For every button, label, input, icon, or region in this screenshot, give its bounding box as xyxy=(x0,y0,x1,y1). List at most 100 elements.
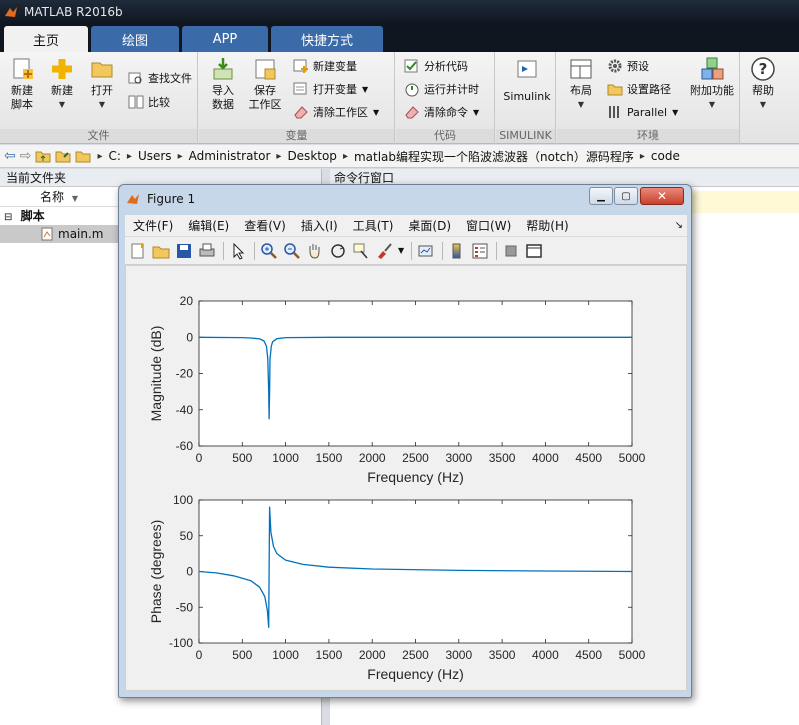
collapse-icon[interactable]: ⊟ xyxy=(4,212,12,223)
help-label: 帮助 xyxy=(752,84,774,97)
open-variable-label: 打开变量 xyxy=(313,83,357,96)
compare-button[interactable]: 比较 xyxy=(128,92,170,112)
path-segment-administrator[interactable]: Administrator xyxy=(189,149,271,163)
save-icon[interactable] xyxy=(175,242,193,260)
preferences-button[interactable]: 预设 xyxy=(607,56,649,76)
parallel-button[interactable]: Parallel ▼ xyxy=(607,102,678,122)
close-button[interactable]: ✕ xyxy=(640,187,684,205)
new-variable-icon xyxy=(293,59,308,73)
layout-button[interactable]: 布局 ▼ xyxy=(561,56,601,126)
new-variable-button[interactable]: 新建变量 xyxy=(293,56,357,76)
magnitude-x-tick-label: 500 xyxy=(232,451,252,465)
analyze-code-button[interactable]: 分析代码 xyxy=(404,56,468,76)
find-files-button[interactable]: 查找文件 xyxy=(128,68,192,88)
phase-x-tick-label: 1500 xyxy=(316,648,343,662)
path-segment-users[interactable]: Users xyxy=(138,149,172,163)
print-icon[interactable] xyxy=(198,242,216,260)
minimize-button[interactable]: ▁ xyxy=(589,187,613,205)
folder-open-icon xyxy=(91,62,113,78)
link-plot-icon[interactable] xyxy=(417,242,435,260)
toolbar-separator xyxy=(223,241,224,260)
show-plot-tools-icon[interactable] xyxy=(525,242,543,260)
app-title: MATLAB R2016b xyxy=(24,5,123,19)
magnitude-y-tick-label: -20 xyxy=(176,367,194,381)
plus-icon xyxy=(52,59,72,79)
new-script-button[interactable]: 新建 脚本 xyxy=(2,56,42,126)
close-icon: ✕ xyxy=(656,189,668,203)
chevron-down-icon[interactable]: ▼ xyxy=(398,246,404,255)
menu-window[interactable]: 窗口(W) xyxy=(466,217,511,234)
toolbar-separator xyxy=(254,241,255,260)
ribbon: 新建 脚本 新建 ▼ 打开 ▼ 查找文件 比较 文件 导入 数据 保存 工作区 … xyxy=(0,52,799,144)
tab-shortcuts[interactable]: 快捷方式 xyxy=(271,26,383,52)
set-path-button[interactable]: 设置路径 xyxy=(607,79,671,99)
compare-label: 比较 xyxy=(148,96,170,109)
zoom-out-icon[interactable] xyxy=(283,242,301,260)
legend-icon[interactable] xyxy=(471,242,489,260)
menu-tools[interactable]: 工具(T) xyxy=(353,217,394,234)
phase-x-tick-label: 0 xyxy=(196,648,203,662)
tab-home[interactable]: 主页 xyxy=(4,26,88,52)
rotate-3d-icon[interactable] xyxy=(329,242,347,260)
path-segment-code[interactable]: code xyxy=(651,149,680,163)
forward-arrow-icon[interactable]: ⇨ xyxy=(20,148,32,164)
new-script-label: 新建 脚本 xyxy=(11,84,33,111)
code-group-label: 代码 xyxy=(396,129,494,143)
data-cursor-icon[interactable] xyxy=(352,242,370,260)
addons-button[interactable]: 附加功能 ▼ xyxy=(687,56,737,126)
phase-x-tick-label: 2000 xyxy=(359,648,386,662)
back-arrow-icon[interactable]: ⇦ xyxy=(4,148,16,164)
path-segment-desktop[interactable]: Desktop xyxy=(287,149,337,163)
dock-arrow-icon[interactable]: ↘ xyxy=(675,220,683,231)
sort-arrow-icon: ▼ xyxy=(71,194,78,203)
menu-file[interactable]: 文件(F) xyxy=(133,217,173,234)
maximize-button[interactable]: ▢ xyxy=(614,187,638,205)
chevron-down-icon: ▼ xyxy=(708,100,716,109)
open-file-icon[interactable] xyxy=(152,242,170,260)
new-figure-icon[interactable] xyxy=(129,242,147,260)
tab-apps[interactable]: APP xyxy=(182,26,268,52)
hide-plot-tools-icon[interactable] xyxy=(502,242,520,260)
open-label: 打开 xyxy=(91,84,113,97)
menu-desktop[interactable]: 桌面(D) xyxy=(408,217,451,234)
clear-commands-button[interactable]: 清除命令 ▼ xyxy=(404,102,479,122)
magnitude-y-tick-label: -60 xyxy=(176,439,194,453)
chevron-down-icon: ▼ xyxy=(58,100,66,109)
up-folder-icon[interactable] xyxy=(35,148,51,164)
help-button[interactable]: ? 帮助 ▼ xyxy=(743,56,783,126)
path-segment-drive[interactable]: C: xyxy=(109,149,121,163)
run-and-time-button[interactable]: 运行并计时 xyxy=(404,79,479,99)
set-path-label: 设置路径 xyxy=(627,83,671,96)
phase-x-tick-label: 3500 xyxy=(489,648,516,662)
figure-title-bar[interactable]: Figure 1 ▁ ▢ ✕ xyxy=(119,185,691,213)
pan-hand-icon[interactable] xyxy=(306,242,324,260)
colorbar-icon[interactable] xyxy=(448,242,466,260)
menu-edit[interactable]: 编辑(E) xyxy=(188,217,229,234)
new-button[interactable]: 新建 ▼ xyxy=(42,56,82,126)
addons-label: 附加功能 xyxy=(690,84,734,97)
analyze-code-label: 分析代码 xyxy=(424,60,468,73)
clear-workspace-button[interactable]: 清除工作区 ▼ xyxy=(293,102,379,122)
simulink-group: Simulink SIMULINK xyxy=(496,52,556,144)
menu-insert[interactable]: 插入(I) xyxy=(301,217,338,234)
simulink-button[interactable]: Simulink xyxy=(502,56,552,126)
figure-title: Figure 1 xyxy=(147,192,196,206)
phase-x-tick-label: 4500 xyxy=(575,648,602,662)
path-segment-project[interactable]: matlab编程实现一个陷波滤波器（notch）源码程序 xyxy=(354,148,634,165)
script-file-icon xyxy=(41,227,53,241)
open-button[interactable]: 打开 ▼ xyxy=(82,56,122,126)
pointer-icon[interactable] xyxy=(229,242,247,260)
zoom-in-icon[interactable] xyxy=(260,242,278,260)
menu-view[interactable]: 查看(V) xyxy=(244,217,286,234)
import-data-button[interactable]: 导入 数据 xyxy=(203,56,243,126)
save-workspace-button[interactable]: 保存 工作区 xyxy=(245,56,285,126)
layout-icon xyxy=(570,59,592,79)
tab-plots[interactable]: 绘图 xyxy=(91,26,179,52)
brush-icon[interactable] xyxy=(375,242,393,260)
menu-help[interactable]: 帮助(H) xyxy=(526,217,568,234)
browse-folder-icon[interactable] xyxy=(55,148,71,164)
open-variable-button[interactable]: 打开变量 ▼ xyxy=(293,79,368,99)
figure-menu-bar: 文件(F) 编辑(E) 查看(V) 插入(I) 工具(T) 桌面(D) 窗口(W… xyxy=(125,215,687,237)
eraser-icon xyxy=(405,106,419,119)
chevron-down-icon: ▼ xyxy=(373,107,380,117)
